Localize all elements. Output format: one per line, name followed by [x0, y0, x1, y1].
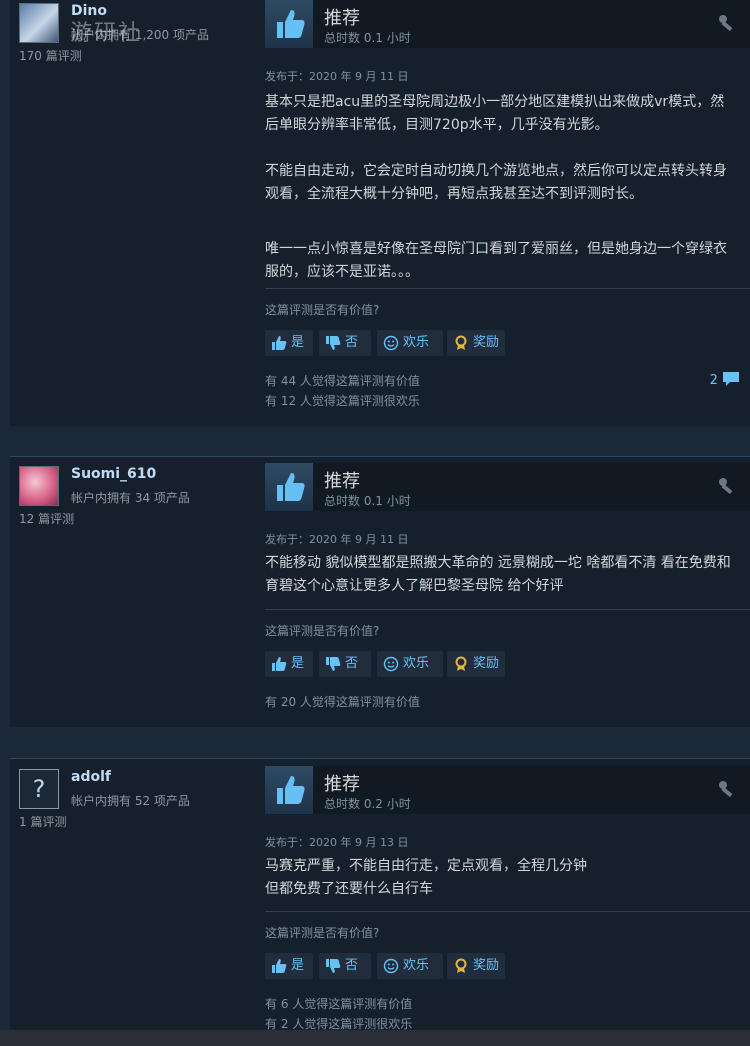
hours-on-record: 总时数 0.2 小时 — [324, 797, 411, 811]
divider — [265, 288, 750, 289]
award-button[interactable]: 奖励 — [447, 651, 505, 677]
funny-label: 欢乐 — [403, 335, 430, 350]
helpful-count: 有 44 人觉得这篇评测有价值 — [265, 374, 420, 388]
award-label: 奖励 — [473, 656, 500, 671]
posted-date: 发布于：2020 年 9 月 11 日 — [265, 70, 409, 83]
thumbs-up-icon — [272, 336, 287, 350]
review-text: 基本只是把acu里的圣母院周边极小一部分地区建模扒出来做成vr模式，然后单眼分辨… — [265, 91, 735, 284]
vote-header[interactable]: 推荐 总时数 0.1 小时 — [265, 463, 750, 511]
thumbs-up-icon — [265, 463, 313, 511]
review-paragraph: 唯一一点小惊喜是好像在圣母院门口看到了爱丽丝，但是她身边一个穿绿衣服的，应该不是… — [265, 241, 727, 280]
posted-date: 发布于：2020 年 9 月 11 日 — [265, 533, 409, 546]
vote-header[interactable]: 推荐 总时数 0.1 小时 — [265, 0, 750, 48]
products-owned[interactable]: 帐户内拥有 52 项产品 — [71, 792, 190, 809]
hours-on-record: 总时数 0.1 小时 — [324, 494, 411, 508]
horizontal-scrollbar[interactable] — [0, 1030, 750, 1046]
thumbs-up-icon — [265, 766, 313, 814]
review-text: 不能移动 貌似模型都是照搬大革命的 远景糊成一坨 啥都看不清 看在免费和育碧这个… — [265, 552, 735, 598]
watermark: 游研社 — [70, 21, 143, 46]
funny-count: 有 12 人觉得这篇评测很欢乐 — [265, 394, 420, 408]
comment-count: 2 — [709, 373, 718, 388]
award-medal-icon — [455, 656, 467, 671]
smiley-icon — [383, 656, 399, 672]
reviewer-name[interactable]: Suomi_610 — [71, 466, 156, 482]
hours-on-record: 总时数 0.1 小时 — [324, 31, 411, 45]
review-count[interactable]: 1 篇评测 — [19, 813, 66, 830]
review-paragraph: 但都免费了还要什么自行车 — [265, 881, 433, 897]
avatar[interactable]: ? — [19, 769, 59, 809]
yes-button[interactable]: 是 — [265, 953, 313, 979]
divider — [265, 911, 750, 912]
review-paragraph: 基本只是把acu里的圣母院周边极小一部分地区建模扒出来做成vr模式，然后单眼分辨… — [265, 94, 725, 133]
no-label: 否 — [345, 656, 359, 671]
award-medal-icon — [455, 335, 467, 350]
thumbs-up-icon — [272, 959, 287, 973]
yes-button[interactable]: 是 — [265, 651, 313, 677]
avatar[interactable] — [19, 466, 59, 506]
vote-summary: 有 20 人觉得这篇评测有价值 — [265, 692, 420, 712]
yes-label: 是 — [291, 958, 305, 973]
comment-bubble-icon — [723, 372, 739, 386]
products-owned[interactable]: 帐户内拥有 34 项产品 — [71, 489, 190, 506]
no-button[interactable]: 否 — [319, 651, 371, 677]
vote-summary: 有 6 人觉得这篇评测有价值 有 2 人觉得这篇评测很欢乐 — [265, 994, 412, 1034]
avatar[interactable] — [19, 3, 59, 43]
yes-label: 是 — [291, 335, 305, 350]
thumbs-up-icon — [265, 0, 313, 48]
review-card: Dino 帐户内拥有 1,200 项产品 170 篇评测 游研社 推荐 总时数 … — [10, 0, 750, 426]
funny-button[interactable]: 欢乐 — [377, 651, 443, 677]
helpful-question: 这篇评测是否有价值? — [265, 303, 380, 317]
award-label: 奖励 — [473, 958, 500, 973]
vote-summary: 有 44 人觉得这篇评测有价值 有 12 人觉得这篇评测很欢乐 — [265, 371, 420, 411]
no-button[interactable]: 否 — [319, 330, 371, 356]
posted-date: 发布于：2020 年 9 月 13 日 — [265, 836, 409, 849]
report-flag-icon[interactable] — [718, 14, 736, 32]
smiley-icon — [383, 335, 399, 351]
review-card: ? adolf 帐户内拥有 52 项产品 1 篇评测 推荐 总时数 0.2 小时… — [10, 759, 750, 1031]
smiley-icon — [383, 958, 399, 974]
review-card: Suomi_610 帐户内拥有 34 项产品 12 篇评测 推荐 总时数 0.1… — [10, 457, 750, 727]
no-label: 否 — [345, 335, 359, 350]
vote-header[interactable]: 推荐 总时数 0.2 小时 — [265, 766, 750, 814]
divider — [265, 609, 750, 610]
award-medal-icon — [455, 958, 467, 973]
thumbs-up-icon — [272, 657, 287, 671]
no-button[interactable]: 否 — [319, 953, 371, 979]
reviewer-name[interactable]: adolf — [71, 769, 111, 785]
thumbs-down-icon — [326, 336, 341, 350]
award-button[interactable]: 奖励 — [447, 953, 505, 979]
vote-title: 推荐 — [324, 8, 360, 29]
funny-label: 欢乐 — [403, 656, 430, 671]
comment-count-link[interactable]: 2 — [710, 371, 740, 388]
award-label: 奖励 — [473, 335, 500, 350]
award-button[interactable]: 奖励 — [447, 330, 505, 356]
vote-title: 推荐 — [324, 774, 360, 795]
thumbs-down-icon — [326, 657, 341, 671]
report-flag-icon[interactable] — [718, 780, 736, 798]
funny-label: 欢乐 — [403, 958, 430, 973]
helpful-count: 有 6 人觉得这篇评测有价值 — [265, 997, 413, 1011]
review-paragraph: 不能自由走动，它会定时自动切换几个游览地点，然后你可以定点转头转身观看，全流程大… — [265, 163, 727, 202]
helpful-question: 这篇评测是否有价值? — [265, 624, 380, 638]
no-label: 否 — [345, 958, 359, 973]
report-flag-icon[interactable] — [718, 477, 736, 495]
vote-title: 推荐 — [324, 471, 360, 492]
review-paragraph: 不能移动 貌似模型都是照搬大革命的 远景糊成一坨 啥都看不清 看在免费和育碧这个… — [265, 555, 731, 594]
review-text: 马赛克严重，不能自由行走，定点观看，全程几分钟 但都免费了还要什么自行车 — [265, 855, 735, 901]
funny-button[interactable]: 欢乐 — [377, 953, 443, 979]
default-avatar-glyph: ? — [32, 775, 46, 803]
thumbs-down-icon — [326, 959, 341, 973]
funny-button[interactable]: 欢乐 — [377, 330, 443, 356]
yes-label: 是 — [291, 656, 305, 671]
review-paragraph: 马赛克严重，不能自由行走，定点观看，全程几分钟 — [265, 858, 587, 874]
yes-button[interactable]: 是 — [265, 330, 313, 356]
helpful-count: 有 20 人觉得这篇评测有价值 — [265, 695, 420, 709]
review-count[interactable]: 12 篇评测 — [19, 510, 74, 527]
review-count[interactable]: 170 篇评测 — [19, 47, 82, 64]
helpful-question: 这篇评测是否有价值? — [265, 926, 380, 940]
